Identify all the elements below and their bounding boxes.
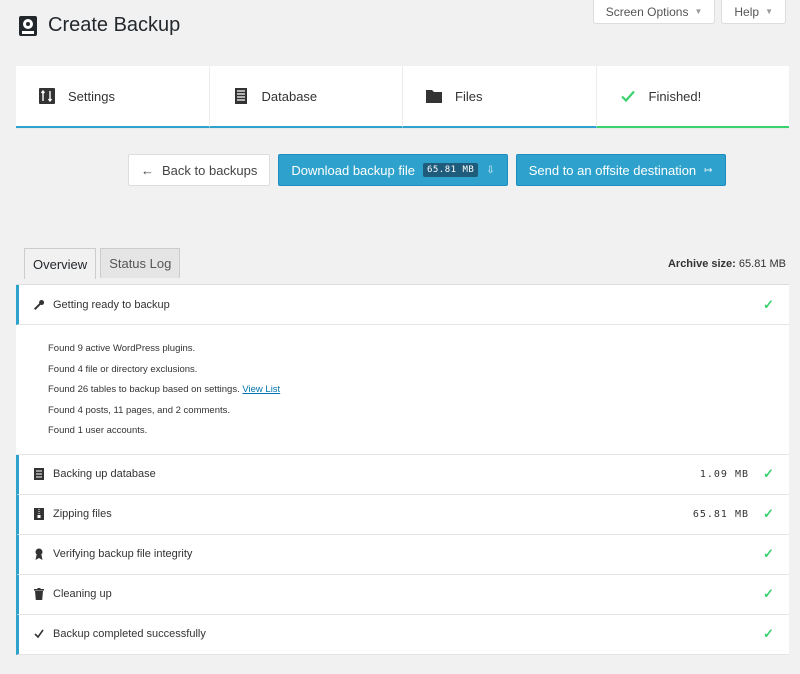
check-icon: ✓ <box>763 296 774 312</box>
wrench-icon <box>33 299 45 311</box>
row-label: Backup completed successfully <box>53 628 206 640</box>
row-label: Verifying backup file integrity <box>53 548 193 560</box>
caret-down-icon: ▼ <box>765 7 773 16</box>
archive-size-value: 65.81 MB <box>738 258 786 270</box>
download-backup-button[interactable]: Download backup file 65.81 MB ⇩ <box>278 154 508 186</box>
row-label: Getting ready to backup <box>53 298 170 311</box>
step-finished: Finished! <box>596 66 789 128</box>
check-icon <box>620 90 635 103</box>
detail-users: Found 1 user accounts. <box>48 425 148 436</box>
zip-file-icon <box>33 508 45 520</box>
step-label: Database <box>261 88 318 104</box>
check-icon: ✓ <box>763 466 774 481</box>
checkmark-icon <box>33 628 45 640</box>
detail-plugins: Found 9 active WordPress plugins. <box>48 343 196 354</box>
row-getting-ready: Getting ready to backup ✓ <box>16 285 789 325</box>
screen-options-label: Screen Options <box>605 4 689 19</box>
row-zipping: Zipping files 65.81 MB ✓ <box>16 494 789 535</box>
row-size: 1.09 MB <box>699 468 749 480</box>
export-icon: ↦ <box>704 164 713 176</box>
detail-exclusions: Found 4 file or directory exclusions. <box>48 363 198 375</box>
database-icon <box>33 468 45 480</box>
view-list-link[interactable]: View List <box>242 384 280 395</box>
page-title: Create Backup <box>48 14 181 36</box>
folder-icon <box>426 90 442 103</box>
detail-tables: Found 26 tables to backup based on setti… <box>48 380 757 401</box>
detail-tables-text: Found 26 tables to backup based on setti… <box>48 384 240 395</box>
screen-options-button[interactable]: Screen Options ▼ <box>592 0 716 24</box>
settings-icon <box>39 88 55 104</box>
row-label: Backing up database <box>53 468 156 480</box>
step-label: Finished! <box>648 88 702 104</box>
caret-down-icon: ▼ <box>694 7 703 16</box>
step-label: Settings <box>68 88 115 104</box>
tab-overview[interactable]: Overview <box>24 248 97 279</box>
file-size-badge: 65.81 MB <box>422 163 479 177</box>
top-buttons: Screen Options ▼ Help ▼ <box>592 0 786 24</box>
action-buttons: ← Back to backups Download backup file 6… <box>128 154 726 186</box>
send-offsite-button[interactable]: Send to an offsite destination ↦ <box>515 154 726 186</box>
backup-steps-panel: Getting ready to backup ✓ Found 9 active… <box>16 284 789 655</box>
row-verifying: Verifying backup file integrity ✓ <box>16 534 789 575</box>
trash-icon <box>33 588 45 600</box>
row-database: Backing up database 1.09 MB ✓ <box>16 454 789 495</box>
help-label: Help <box>734 4 760 19</box>
page-header: Create Backup <box>18 14 180 37</box>
back-to-backups-button[interactable]: ← Back to backups <box>128 154 271 186</box>
check-icon: ✓ <box>763 626 774 641</box>
back-label: Back to backups <box>162 162 258 178</box>
download-icon: ⇩ <box>486 164 495 176</box>
step-settings: Settings <box>16 66 210 128</box>
row-details: Found 9 active WordPress plugins. Found … <box>16 325 789 455</box>
archive-size: Archive size: 65.81 MB <box>668 258 786 270</box>
tabs: Overview Status Log <box>24 248 181 279</box>
detail-posts: Found 4 posts, 11 pages, and 2 comments. <box>48 404 231 416</box>
step-label: Files <box>455 88 483 104</box>
backup-drive-icon <box>19 15 37 36</box>
row-label: Zipping files <box>53 508 112 520</box>
check-icon: ✓ <box>763 546 774 561</box>
row-completed: Backup completed successfully ✓ <box>16 614 789 655</box>
row-size: 65.81 MB <box>692 508 749 520</box>
send-label: Send to an offsite destination <box>528 162 697 178</box>
check-icon: ✓ <box>763 586 774 601</box>
progress-steps: Settings Database Files Finished! <box>16 66 789 128</box>
arrow-left-icon: ← <box>141 162 154 178</box>
award-icon <box>33 548 45 560</box>
check-icon: ✓ <box>763 506 774 521</box>
tab-status-log[interactable]: Status Log <box>100 248 181 278</box>
database-icon <box>234 88 247 104</box>
row-cleanup: Cleaning up ✓ <box>16 574 789 615</box>
help-button[interactable]: Help ▼ <box>721 0 786 24</box>
step-database: Database <box>209 66 403 128</box>
archive-size-label: Archive size: <box>667 258 736 270</box>
step-files: Files <box>403 66 597 128</box>
row-label: Cleaning up <box>53 588 112 600</box>
download-label: Download backup file <box>291 162 415 178</box>
